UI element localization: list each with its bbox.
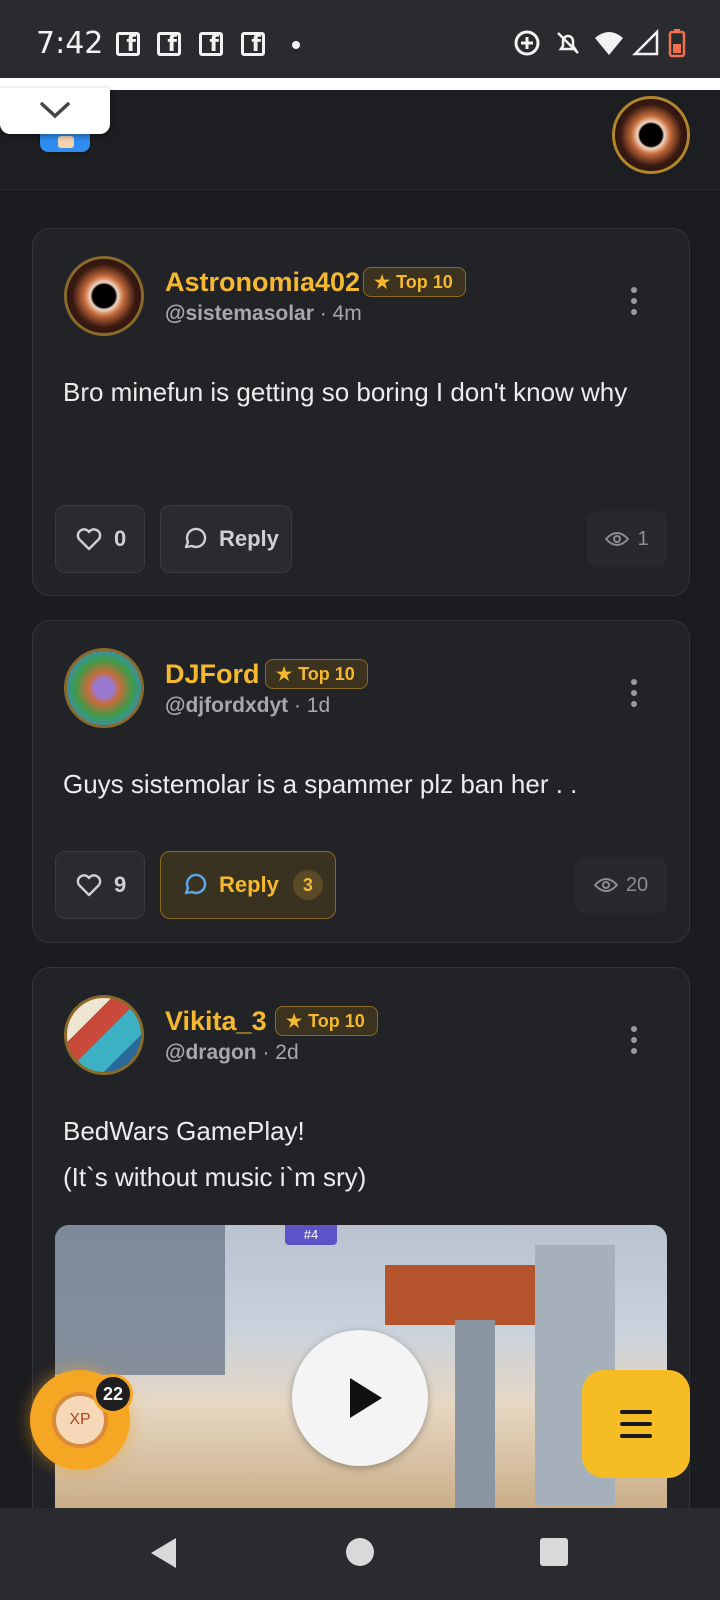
app-logo[interactable] xyxy=(38,132,92,154)
top10-badge: ★ Top 10 xyxy=(275,1006,378,1036)
home-icon[interactable] xyxy=(346,1538,374,1566)
post-time: · 4m xyxy=(319,302,362,325)
post-body: Bro minefun is getting so boring I don't… xyxy=(63,377,628,407)
like-button[interactable]: 9 xyxy=(55,851,145,919)
views-indicator: 20 xyxy=(575,857,667,913)
reply-label: Reply xyxy=(219,526,279,551)
notification-dot-icon xyxy=(292,41,300,49)
video-scene xyxy=(455,1320,495,1520)
xp-count-badge: 22 xyxy=(93,1374,133,1414)
badge-label: Top 10 xyxy=(298,664,355,684)
reply-count: 3 xyxy=(292,870,323,900)
more-options-icon[interactable] xyxy=(631,679,637,707)
heart-icon xyxy=(76,874,102,897)
star-icon: ★ xyxy=(276,664,293,684)
wifi-icon xyxy=(595,32,623,55)
avatar[interactable] xyxy=(64,256,144,336)
like-button[interactable]: 0 xyxy=(55,505,145,573)
reply-button[interactable]: Reply xyxy=(160,505,292,573)
play-button[interactable] xyxy=(292,1330,428,1466)
status-time: 7:42 xyxy=(36,26,104,61)
post-username[interactable]: DJFord xyxy=(165,659,260,690)
post-time: · 2d xyxy=(262,1041,299,1064)
post-body: Guys sistemolar is a spammer plz ban her… xyxy=(63,769,578,799)
facebook-icon xyxy=(116,32,140,57)
post-time: · 1d xyxy=(293,694,331,717)
collapse-header-button[interactable] xyxy=(0,88,110,134)
reply-label: Reply xyxy=(219,872,279,897)
back-icon[interactable] xyxy=(148,1536,178,1570)
post-handle: @djfordxdyt · 1d xyxy=(165,694,330,718)
facebook-icon xyxy=(241,32,265,57)
notifications-off-icon xyxy=(557,32,579,54)
play-icon xyxy=(350,1378,382,1418)
top10-badge: ★ Top 10 xyxy=(265,659,368,689)
comment-icon xyxy=(184,527,207,549)
post-body: BedWars GamePlay! (It`s without music i`… xyxy=(63,1116,367,1192)
star-icon: ★ xyxy=(374,272,391,292)
eye-icon xyxy=(605,532,630,546)
comment-icon xyxy=(184,873,207,895)
handle-text[interactable]: @djfordxdyt xyxy=(165,694,288,717)
battery-low-icon xyxy=(668,29,686,58)
like-count: 9 xyxy=(114,872,127,897)
more-options-icon[interactable] xyxy=(631,1026,637,1054)
badge-label: Top 10 xyxy=(396,272,453,292)
data-saver-icon xyxy=(514,30,540,56)
facebook-icon xyxy=(157,32,181,57)
recents-icon[interactable] xyxy=(540,1538,568,1566)
views-indicator: 1 xyxy=(587,511,667,567)
view-count: 20 xyxy=(625,873,649,896)
status-bar: 7:42 xyxy=(0,0,720,78)
hamburger-icon xyxy=(620,1410,652,1414)
star-icon: ★ xyxy=(286,1011,303,1031)
heart-icon xyxy=(76,528,102,551)
like-count: 0 xyxy=(114,526,127,551)
facebook-icon xyxy=(199,32,223,57)
menu-button[interactable] xyxy=(582,1370,690,1478)
handle-text[interactable]: @dragon xyxy=(165,1041,257,1064)
avatar[interactable] xyxy=(64,995,144,1075)
post-card: DJFord ★ Top 10 @djfordxdyt · 1d Guys sis… xyxy=(32,620,690,943)
post-handle: @sistemasolar · 4m xyxy=(165,302,362,326)
post-handle: @dragon · 2d xyxy=(165,1041,299,1065)
badge-label: Top 10 xyxy=(308,1011,365,1031)
chevron-down-icon xyxy=(40,102,70,119)
post-username[interactable]: Vikita_3 xyxy=(165,1006,267,1037)
handle-text[interactable]: @sistemasolar xyxy=(165,302,314,325)
reply-button[interactable]: Reply 3 xyxy=(160,851,336,919)
video-chat-overlay xyxy=(55,1225,225,1375)
signal-icon xyxy=(632,28,659,56)
black-hole-avatar xyxy=(615,99,687,171)
post-card: Astronomia402 ★ Top 10 @sistemasolar · 4m… xyxy=(32,228,690,596)
view-count: 1 xyxy=(637,527,649,550)
post-username[interactable]: Astronomia402 xyxy=(165,267,360,298)
video-rank-badge: #4 xyxy=(285,1225,337,1245)
profile-avatar-button[interactable] xyxy=(612,96,690,174)
eye-icon xyxy=(593,878,618,892)
system-nav-bar xyxy=(0,1508,720,1600)
avatar[interactable] xyxy=(64,648,144,728)
top10-badge: ★ Top 10 xyxy=(363,267,466,297)
more-options-icon[interactable] xyxy=(631,287,637,315)
